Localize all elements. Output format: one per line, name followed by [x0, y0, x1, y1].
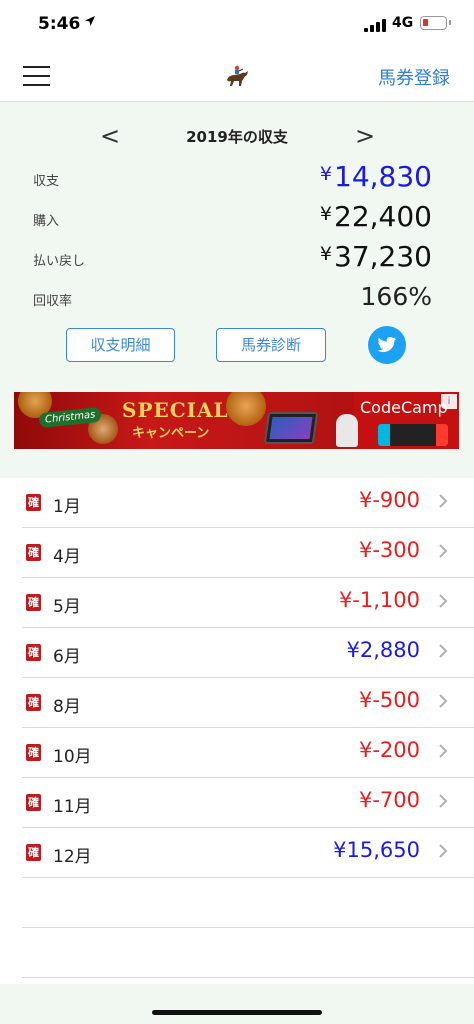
balance-amount: 14,830: [334, 160, 432, 193]
next-year-button[interactable]: >: [355, 122, 375, 150]
summary-panel: < 2019年の収支 > 収支 ¥14,830 購入 ¥22,400 払い戻し …: [0, 102, 474, 478]
chevron-right-icon: [439, 694, 448, 708]
month-amount: ¥-900: [358, 488, 420, 512]
month-amount: ¥2,880: [346, 638, 420, 662]
chevron-right-icon: [439, 594, 448, 608]
chevron-right-icon: [439, 844, 448, 858]
month-amount: ¥-300: [358, 538, 420, 562]
month-row[interactable]: 確 11月 ¥-700: [22, 778, 474, 828]
recovery-rate-label: 回収率: [33, 294, 73, 309]
month-row[interactable]: 確 12月 ¥15,650: [22, 828, 474, 878]
confirmed-badge-icon: 確: [26, 694, 41, 711]
confirmed-badge-icon: 確: [26, 544, 41, 561]
year-title: 2019年の収支: [186, 128, 288, 146]
month-row[interactable]: 確 8月 ¥-500: [22, 678, 474, 728]
home-indicator[interactable]: [152, 1010, 322, 1015]
month-label: 1月: [53, 497, 81, 517]
battery-icon: [420, 16, 451, 30]
twitter-share-button[interactable]: [368, 326, 406, 364]
purchase-label: 購入: [33, 214, 60, 229]
month-amount: ¥-1,100: [338, 588, 420, 612]
confirmed-badge-icon: 確: [26, 494, 41, 511]
month-label: 4月: [53, 547, 81, 567]
month-label: 12月: [53, 847, 92, 867]
month-label: 8月: [53, 697, 81, 717]
jockey-horse-icon: [224, 64, 250, 88]
confirmed-badge-icon: 確: [26, 794, 41, 811]
confirmed-badge-icon: 確: [26, 644, 41, 661]
month-row[interactable]: 確 6月 ¥2,880: [22, 628, 474, 678]
chevron-right-icon: [439, 544, 448, 558]
purchase-amount: 22,400: [334, 200, 432, 233]
status-time: 5:46: [38, 14, 81, 34]
ad-special-label: SPECIAL: [122, 398, 229, 422]
status-bar: 5:46 4G: [0, 0, 474, 50]
month-amount: ¥-200: [358, 738, 420, 762]
ad-banner[interactable]: Christmas SPECIAL キャンペーン CodeCamp i: [14, 392, 459, 449]
month-amount: ¥15,650: [333, 838, 420, 862]
network-type: 4G: [392, 15, 414, 31]
month-row[interactable]: 確 10月 ¥-200: [22, 728, 474, 778]
balance-detail-button[interactable]: 収支明細: [66, 328, 175, 362]
month-label: 6月: [53, 647, 81, 667]
payout-value: ¥37,230: [320, 240, 432, 273]
month-label: 11月: [53, 797, 92, 817]
balance-value: ¥14,830: [320, 160, 432, 193]
tablet-image: [263, 412, 319, 444]
month-amount: ¥-700: [358, 788, 420, 812]
payout-label: 払い戻し: [33, 254, 86, 269]
empty-row: [22, 928, 474, 978]
empty-row: [22, 878, 474, 928]
month-label: 5月: [53, 597, 81, 617]
yen-symbol: ¥: [319, 163, 333, 185]
register-ticket-link[interactable]: 馬券登録: [378, 64, 450, 90]
chevron-right-icon: [439, 494, 448, 508]
chevron-right-icon: [439, 744, 448, 758]
smart-speaker-image: [336, 414, 358, 447]
month-row[interactable]: 確 5月 ¥-1,100: [22, 578, 474, 628]
chevron-right-icon: [439, 794, 448, 808]
game-console-image: [378, 424, 448, 446]
yen-symbol: ¥: [319, 203, 333, 225]
twitter-bird-icon: [377, 336, 397, 353]
ticket-diagnosis-button[interactable]: 馬券診断: [216, 328, 326, 362]
chevron-right-icon: [439, 644, 448, 658]
recovery-rate-value: 166%: [360, 282, 432, 311]
ad-campaign-label: キャンペーン: [132, 426, 210, 441]
hamburger-menu-icon[interactable]: [23, 66, 50, 86]
location-arrow-icon: [84, 15, 96, 31]
yen-symbol: ¥: [319, 243, 333, 265]
month-label: 10月: [53, 747, 92, 767]
ad-choices-icon[interactable]: i: [441, 394, 457, 409]
payout-amount: 37,230: [334, 240, 432, 273]
ad-brand-label: CodeCamp: [360, 398, 448, 417]
confirmed-badge-icon: 確: [26, 594, 41, 611]
confirmed-badge-icon: 確: [26, 744, 41, 761]
bottom-bar: [0, 984, 474, 1024]
nav-bar: 馬券登録: [0, 50, 474, 102]
month-amount: ¥-500: [358, 688, 420, 712]
month-row[interactable]: 確 4月 ¥-300: [22, 528, 474, 578]
purchase-value: ¥22,400: [320, 200, 432, 233]
balance-label: 収支: [33, 174, 60, 189]
cellular-signal-icon: [364, 18, 386, 32]
month-row[interactable]: 確 1月 ¥-900: [22, 478, 474, 528]
confirmed-badge-icon: 確: [26, 844, 41, 861]
